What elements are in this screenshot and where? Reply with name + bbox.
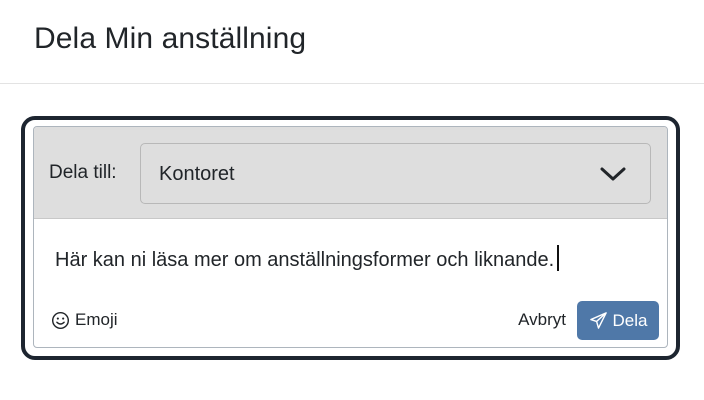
page-title: Dela Min anställning <box>34 22 307 55</box>
emoji-button[interactable]: Emoji <box>51 310 118 330</box>
share-form-header: Dela till: Kontoret <box>34 127 667 219</box>
text-caret <box>557 245 560 271</box>
share-form: Dela till: Kontoret Här kan ni läsa mer … <box>33 126 668 348</box>
smiley-icon <box>51 311 70 329</box>
message-text: Här kan ni läsa mer om anställningsforme… <box>55 249 555 271</box>
share-button-label: Dela <box>612 310 648 330</box>
chevron-down-icon <box>600 167 626 181</box>
page-header: Dela Min anställning <box>0 0 704 84</box>
share-button[interactable]: Dela <box>577 301 659 340</box>
share-to-label: Dela till: <box>49 162 117 183</box>
cancel-button[interactable]: Avbryt <box>518 310 566 330</box>
message-textarea[interactable]: Här kan ni läsa mer om anställningsforme… <box>55 245 645 272</box>
recipient-select[interactable]: Kontoret <box>140 143 651 204</box>
paper-plane-icon <box>589 312 607 329</box>
emoji-button-label: Emoji <box>75 310 118 329</box>
recipient-select-value: Kontoret <box>159 163 235 185</box>
